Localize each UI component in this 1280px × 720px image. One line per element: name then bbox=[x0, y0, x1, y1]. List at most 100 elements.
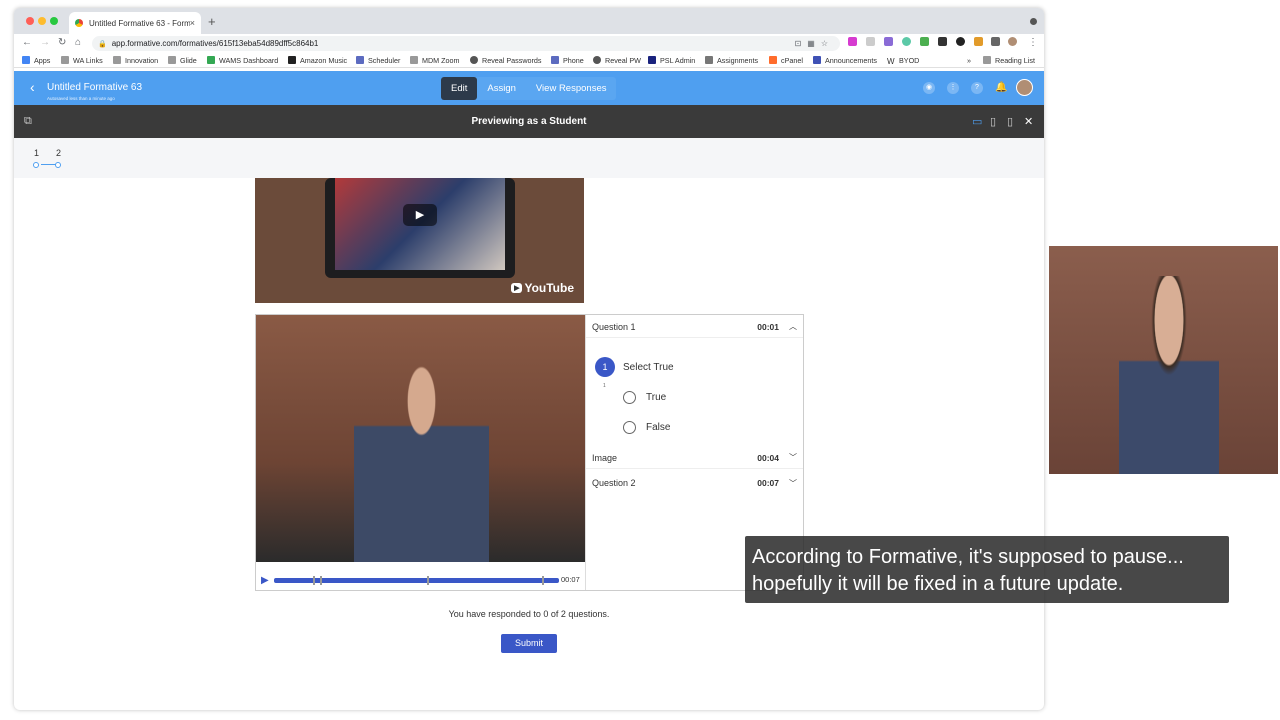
laptop-view-icon[interactable]: ▭ bbox=[972, 115, 982, 128]
youtube-video-embed[interactable]: ▶ ▶ YouTube bbox=[255, 178, 584, 303]
scrubber-handle[interactable] bbox=[320, 576, 322, 585]
phone-view-icon[interactable]: ▯ bbox=[1007, 115, 1013, 128]
webcam-overlay bbox=[1049, 246, 1278, 474]
option-true[interactable]: True bbox=[623, 391, 666, 404]
timeline-marker[interactable] bbox=[427, 576, 429, 585]
bell-icon[interactable]: 🔔 bbox=[995, 82, 1007, 94]
extension-icon[interactable] bbox=[848, 37, 857, 46]
nav-page-1[interactable]: 1 bbox=[34, 148, 39, 158]
caption-line-1: According to Formative, it's supposed to… bbox=[752, 546, 1184, 568]
question-nav: 1 2 bbox=[14, 138, 1044, 178]
extension-icon[interactable] bbox=[938, 37, 947, 46]
puzzle-icon[interactable] bbox=[991, 37, 1000, 46]
lock-icon: 🔒 bbox=[98, 40, 107, 48]
tablet-view-icon[interactable]: ▯ bbox=[990, 115, 996, 128]
response-count: You have responded to 0 of 2 questions. bbox=[448, 609, 610, 619]
extension-icon[interactable] bbox=[866, 37, 875, 46]
profile-dot-icon[interactable] bbox=[1030, 18, 1037, 25]
new-tab-button[interactable]: + bbox=[208, 14, 216, 29]
home-icon[interactable]: ⌂ bbox=[75, 37, 81, 48]
bookmark-announcements[interactable]: Announcements bbox=[813, 56, 877, 65]
bookmark-innovation[interactable]: Innovation bbox=[113, 56, 158, 65]
close-window-button[interactable] bbox=[26, 17, 34, 25]
question-2-label: Question 2 bbox=[592, 478, 636, 488]
bookmark-mdm-zoom[interactable]: MDM Zoom bbox=[410, 56, 460, 65]
radio-button[interactable] bbox=[623, 421, 636, 434]
chevron-down-icon[interactable]: ﹀ bbox=[789, 452, 797, 463]
kebab-menu-icon[interactable]: ⋮ bbox=[1028, 37, 1038, 48]
question-2-time: 00:07 bbox=[757, 478, 779, 488]
bookmarks-bar: Apps WA Links Innovation Glide WAMS Dash… bbox=[14, 53, 1044, 68]
tab-strip: Untitled Formative 63 - Forma × + bbox=[14, 8, 1044, 34]
more-bookmarks-icon[interactable]: » bbox=[967, 56, 971, 65]
address-actions-icon[interactable]: ⊡▦☆ bbox=[795, 39, 834, 48]
nav-dot-2[interactable] bbox=[55, 162, 61, 168]
tab-close-icon[interactable]: × bbox=[190, 18, 195, 28]
bookmark-scheduler[interactable]: Scheduler bbox=[356, 56, 400, 65]
more-options-icon[interactable]: ⋮ bbox=[947, 82, 959, 94]
caption-overlay: According to Formative, it's supposed to… bbox=[745, 536, 1229, 603]
option-false[interactable]: False bbox=[623, 421, 670, 434]
nav-dot-1[interactable] bbox=[33, 162, 39, 168]
bookmark-wa-links[interactable]: WA Links bbox=[61, 56, 103, 65]
chrome-icon bbox=[75, 19, 83, 27]
back-arrow-icon[interactable]: ← bbox=[22, 37, 32, 48]
timeline-marker[interactable] bbox=[542, 576, 544, 585]
tab-title: Untitled Formative 63 - Forma bbox=[89, 18, 190, 28]
video-question-player: ▶ 00:07 Question 1 00:01 ︿ 1 Select True… bbox=[255, 314, 804, 591]
chevron-down-icon[interactable]: ﹀ bbox=[789, 478, 797, 489]
bookmark-cpanel[interactable]: cPanel bbox=[769, 56, 803, 65]
tab-assign[interactable]: Assign bbox=[477, 77, 526, 100]
radio-button[interactable] bbox=[623, 391, 636, 404]
profile-avatar[interactable] bbox=[1008, 37, 1017, 46]
bookmark-phone[interactable]: Phone bbox=[551, 56, 584, 65]
browser-tab[interactable]: Untitled Formative 63 - Forma × bbox=[69, 12, 201, 34]
image-header[interactable]: Image 00:04 ﹀ bbox=[586, 447, 803, 469]
bookmark-amazon-music[interactable]: Amazon Music bbox=[288, 56, 347, 65]
question-1-header[interactable]: Question 1 00:01 ︿ bbox=[586, 316, 803, 338]
address-bar[interactable]: 🔒 app.formative.com/formatives/615f13eba… bbox=[92, 36, 840, 51]
forward-arrow-icon[interactable]: → bbox=[40, 37, 50, 48]
extension-icon[interactable] bbox=[920, 37, 929, 46]
eye-icon[interactable]: ◉ bbox=[923, 82, 935, 94]
bookmark-apps[interactable]: Apps bbox=[22, 56, 50, 65]
maximize-window-button[interactable] bbox=[50, 17, 58, 25]
question-number-badge: 1 bbox=[595, 357, 615, 377]
extension-icon[interactable] bbox=[884, 37, 893, 46]
extension-icon[interactable] bbox=[902, 37, 911, 46]
autosave-status: Autosaved less than a minute ago bbox=[47, 96, 115, 101]
bookmark-byod[interactable]: W BYOD bbox=[887, 56, 919, 66]
preview-title: Previewing as a Student bbox=[471, 116, 587, 127]
video-frame[interactable] bbox=[256, 315, 585, 562]
nav-page-2[interactable]: 2 bbox=[56, 148, 61, 158]
close-preview-icon[interactable]: ✕ bbox=[1024, 115, 1033, 128]
extension-icon[interactable] bbox=[974, 37, 983, 46]
progress-bar[interactable] bbox=[274, 578, 559, 583]
bookmark-glide[interactable]: Glide bbox=[168, 56, 197, 65]
url-text: app.formative.com/formatives/615f13eba54… bbox=[111, 39, 319, 48]
play-icon[interactable]: ▶ bbox=[403, 204, 437, 226]
chevron-up-icon[interactable]: ︿ bbox=[789, 321, 797, 332]
timeline-marker[interactable] bbox=[313, 576, 315, 585]
presenter-image bbox=[354, 365, 489, 562]
help-icon[interactable]: ? bbox=[971, 82, 983, 94]
back-chevron-icon[interactable]: ‹ bbox=[30, 79, 35, 95]
dark-mode-icon[interactable] bbox=[956, 37, 965, 46]
formative-title[interactable]: Untitled Formative 63 bbox=[47, 82, 142, 93]
submit-button[interactable]: Submit bbox=[501, 634, 557, 653]
bookmark-psl-admin[interactable]: PSL Admin bbox=[648, 56, 695, 65]
option-label: False bbox=[646, 422, 671, 433]
bookmark-reveal-pw[interactable]: Reveal PW bbox=[593, 56, 641, 65]
bookmark-wams[interactable]: WAMS Dashboard bbox=[207, 56, 278, 65]
play-icon[interactable]: ▶ bbox=[261, 575, 269, 586]
minimize-window-button[interactable] bbox=[38, 17, 46, 25]
question-2-header[interactable]: Question 2 00:07 ﹀ bbox=[586, 472, 803, 494]
bookmark-assignments[interactable]: Assignments bbox=[705, 56, 758, 65]
user-avatar[interactable] bbox=[1016, 79, 1033, 96]
reading-list[interactable]: Reading List bbox=[983, 56, 1035, 65]
reload-icon[interactable]: ↻ bbox=[58, 37, 66, 48]
bookmark-reveal-passwords[interactable]: Reveal Passwords bbox=[470, 56, 542, 65]
tab-view-responses[interactable]: View Responses bbox=[526, 77, 617, 100]
tab-edit[interactable]: Edit bbox=[441, 77, 478, 100]
caption-line-2: hopefully it will be fixed in a future u… bbox=[752, 573, 1124, 595]
